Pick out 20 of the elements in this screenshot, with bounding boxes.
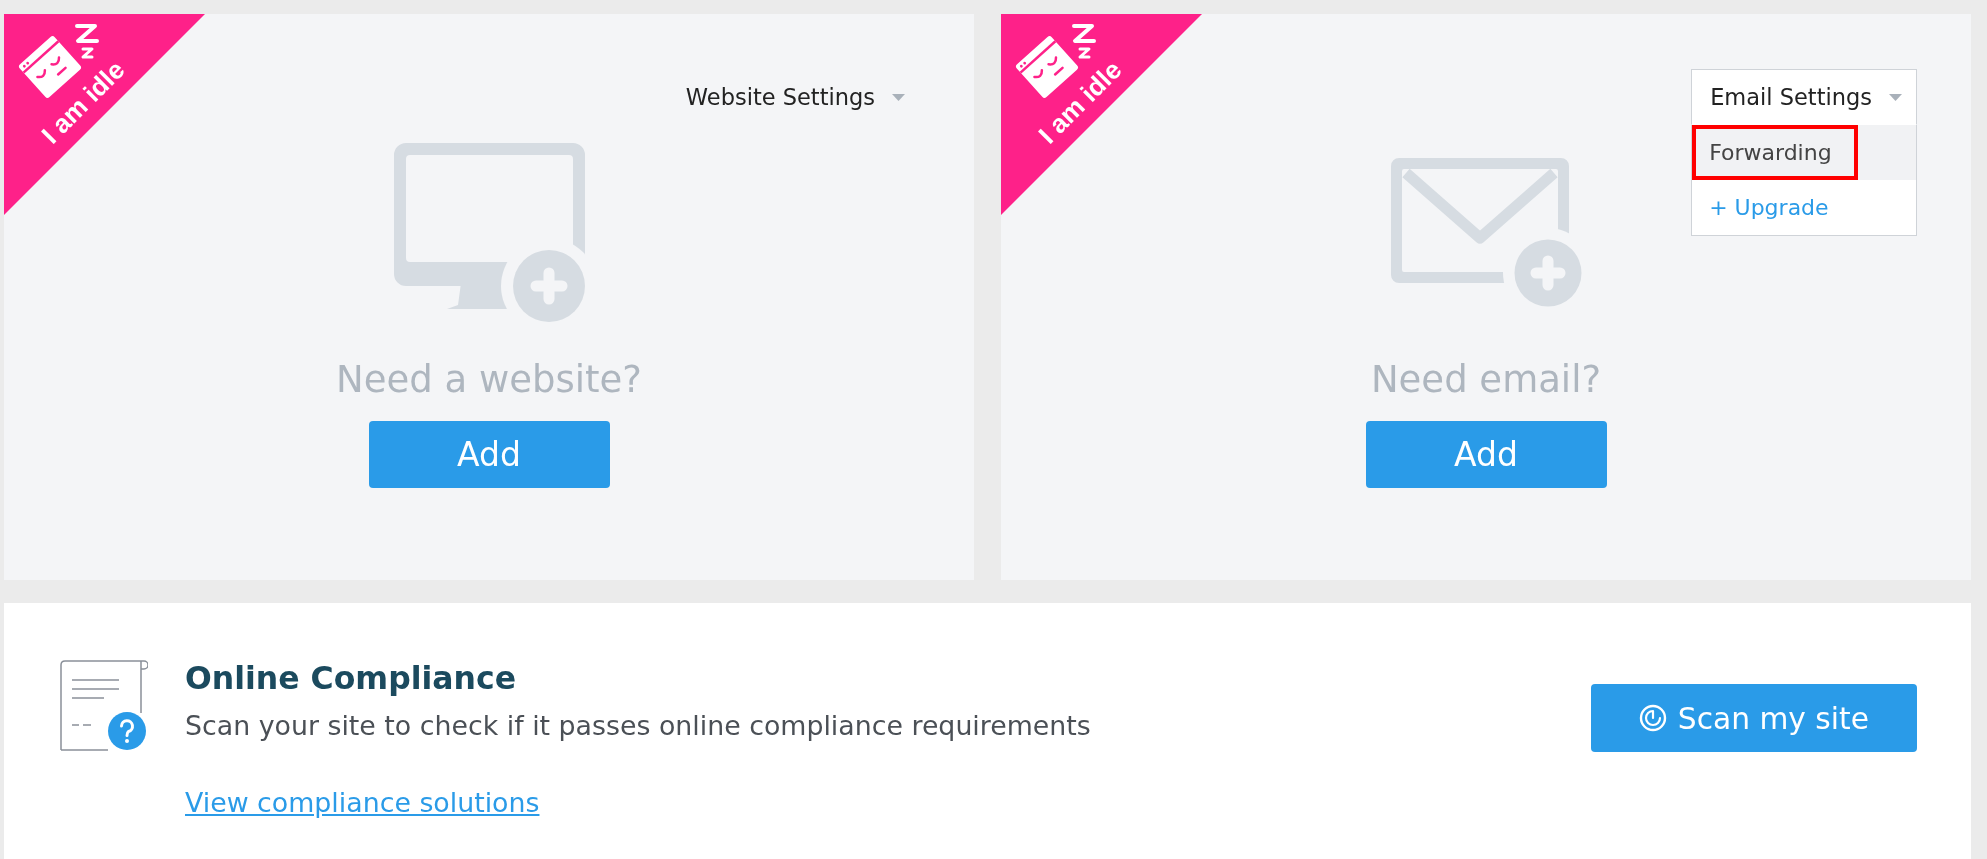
menu-item[interactable]: + Upgrade	[1692, 180, 1916, 235]
add-button[interactable]: Add	[1365, 421, 1607, 488]
card-heading: Need email?	[1370, 357, 1602, 403]
add-button[interactable]: Add	[368, 421, 610, 488]
section-description: Scan your site to check if it passes online compliance requirements	[185, 709, 1091, 743]
monitor-add-icon	[393, 143, 585, 322]
caret-icon	[892, 93, 905, 101]
settings-dropdown[interactable]: Website Settings	[666, 69, 920, 125]
envelope-add-icon	[1390, 158, 1582, 307]
settings-dropdown[interactable]: Email Settings	[1691, 69, 1917, 125]
solutions-link[interactable]: View compliance solutions	[185, 786, 540, 820]
menu-item[interactable]: Forwarding	[1692, 125, 1916, 180]
ribbon-label: I am idle	[37, 56, 129, 148]
section-title: Online Compliance	[185, 659, 516, 697]
radar-icon	[1638, 704, 1667, 732]
scan-button[interactable]: Scan my site	[1590, 684, 1917, 752]
caret-icon	[1889, 93, 1902, 101]
card-heading: Need a website?	[336, 357, 642, 403]
ribbon-label: I am idle	[1034, 56, 1126, 148]
document-question-icon	[60, 659, 148, 751]
